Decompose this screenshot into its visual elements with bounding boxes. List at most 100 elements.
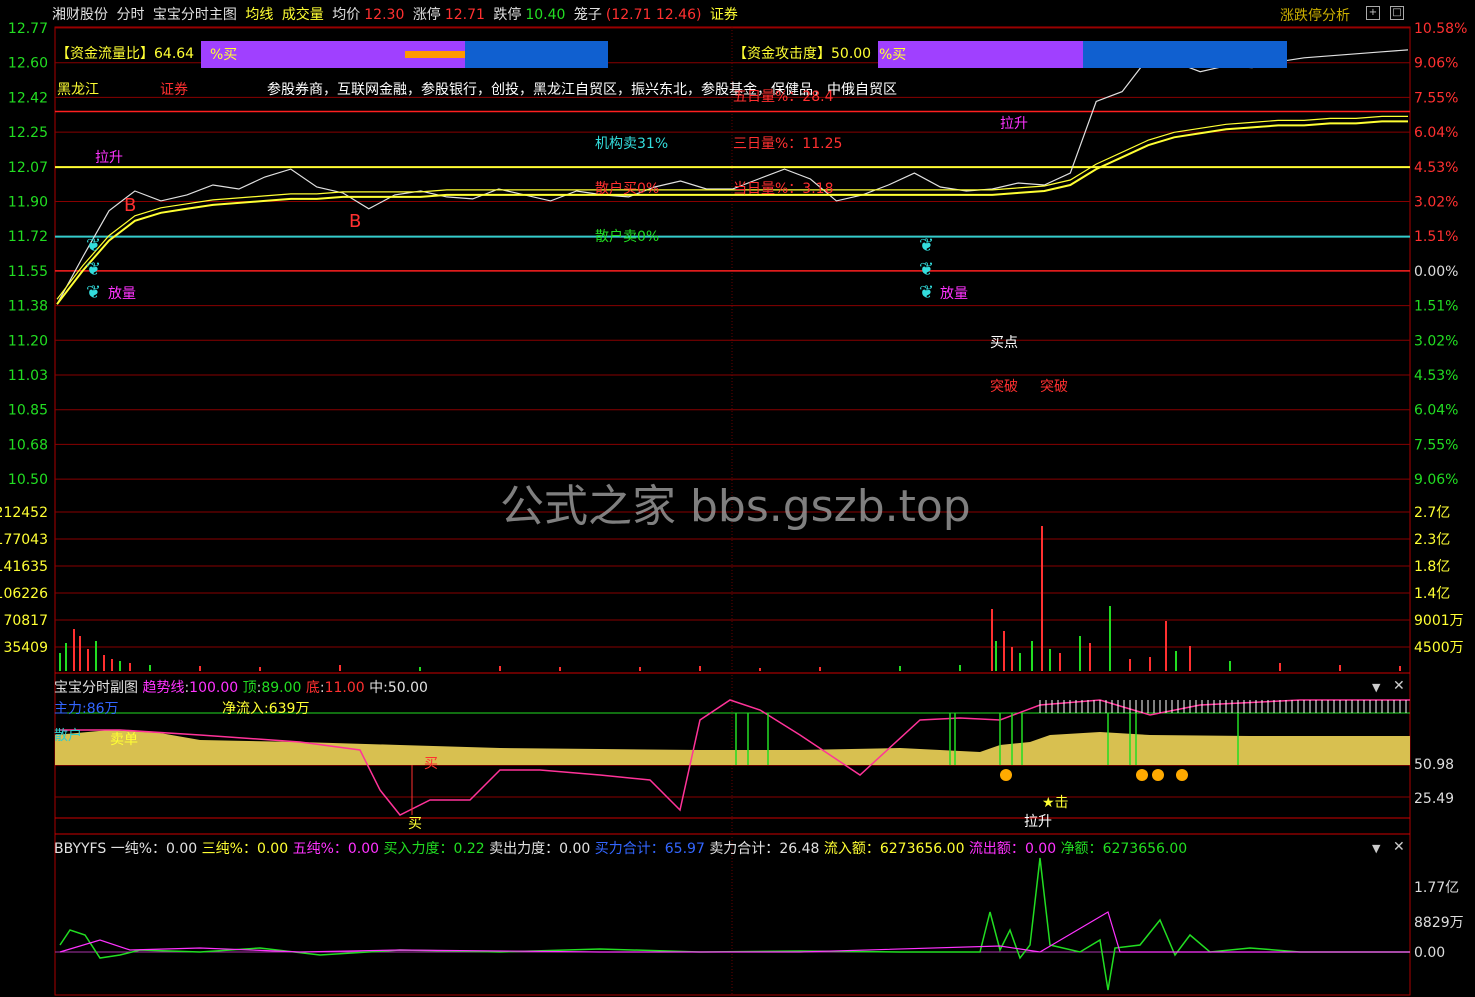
net-label: 净额： — [1060, 841, 1103, 857]
retail-sell-label: 散户卖0% — [595, 228, 659, 245]
volume-tick-label: 212452 — [0, 505, 48, 521]
price-tick-label: 11.72 — [8, 229, 48, 245]
breakout-annotation: 突破 — [1040, 379, 1068, 395]
volume-tick-label: 177043 — [0, 532, 48, 548]
pct-tick-label: 1.51% — [1414, 229, 1458, 245]
sell-force-label: 卖出力度： — [489, 841, 560, 857]
trend-value: 100.00 — [189, 680, 239, 696]
coin-icon — [1136, 769, 1148, 781]
lashen-sub-label: 拉升 — [1024, 814, 1052, 830]
pure3-value: 0.00 — [256, 841, 289, 857]
price-tick-label: 12.60 — [8, 56, 48, 72]
price-tick-label: 12.42 — [8, 90, 48, 106]
fund-attack-buy-bar — [878, 41, 1083, 68]
price-tick-label: 12.25 — [8, 125, 48, 141]
pure3-label: 三纯%： — [201, 841, 257, 857]
sub2-tick-label: 0.00 — [1414, 945, 1445, 961]
sub-panel-1-title: 宝宝分时副图 趋势线:100.00 顶:89.00 底:11.00 中:50.0… — [54, 680, 428, 696]
fund-flow-sell-bar — [465, 41, 608, 68]
sub1-tick-label: 50.98 — [1414, 757, 1454, 773]
inflow-label: 流入额： — [823, 841, 880, 857]
price-tick-label: 11.55 — [8, 264, 48, 280]
retail-buy-label: 散户买0% — [595, 180, 659, 197]
volume-tick-label: 141635 — [0, 559, 48, 575]
buy-signal-label: 买 — [424, 756, 438, 772]
fangliang-annotation: 放量 — [108, 286, 136, 302]
pct-tick-label: 3.02% — [1414, 195, 1458, 211]
volume-tick-label: 70817 — [3, 613, 48, 629]
pct-tick-label: 10.58% — [1414, 21, 1467, 37]
butterfly-icon: ❦ — [919, 259, 934, 280]
sub1-dropdown-icon[interactable]: ▼ — [1372, 681, 1380, 694]
coin-icon — [1000, 769, 1012, 781]
pct-tick-label: 4.53% — [1414, 368, 1458, 384]
price-tick-label: 12.07 — [8, 160, 48, 176]
sell-force-line — [59, 911, 1410, 953]
buy-total-label: 买力合计： — [594, 841, 665, 857]
pure5-label: 五纯%： — [292, 841, 348, 857]
sub1-name[interactable]: 宝宝分时副图 — [54, 680, 138, 696]
amount-tick-label: 1.8亿 — [1414, 559, 1450, 575]
sub1-tick-label: 25.49 — [1414, 791, 1454, 807]
fangliang-annotation: 放量 — [940, 286, 968, 302]
pct-tick-label: 0.00% — [1414, 264, 1458, 280]
sub2-tick-label: 8829万 — [1414, 915, 1464, 931]
sub2-dropdown-icon[interactable]: ▼ — [1372, 842, 1380, 855]
price-tick-label: 10.50 — [8, 472, 48, 488]
inflow-value: 6273656.00 — [879, 841, 965, 857]
vol5-label: 五日量%：28.4 — [733, 89, 834, 105]
price-tick-label: 11.90 — [8, 195, 48, 211]
amount-tick-label: 2.3亿 — [1414, 532, 1450, 548]
sell-total-label: 卖力合计： — [709, 841, 780, 857]
outflow-label: 流出额： — [968, 841, 1025, 857]
inst-sell-label: 机构卖31% — [595, 136, 668, 152]
buy-force-label: 买入力度： — [383, 841, 454, 857]
watermark: 公式之家 bbs.gszb.top — [500, 481, 971, 532]
buy-force-line — [59, 857, 1410, 991]
pure1-value: 0.00 — [166, 841, 198, 857]
pure5-value: 0.00 — [347, 841, 380, 857]
volume-tick-label: 106226 — [0, 586, 48, 602]
pct-tick-label: 1.51% — [1414, 299, 1458, 315]
price-tick-label: 12.77 — [8, 21, 48, 37]
net-inflow-label: 净流入:639万 — [222, 701, 309, 717]
fund-attack-sell-bar — [1083, 41, 1287, 68]
sub-panel-2-title: BBYYFS 一纯%：0.00 三纯%：0.00 五纯%：0.00 买入力度：0… — [54, 838, 1187, 858]
sell-order-label: 卖单 — [110, 732, 138, 748]
buy-arrow-label: 买 — [408, 816, 422, 832]
sell-total-value: 26.48 — [779, 841, 820, 857]
region-label: 黑龙江 — [57, 82, 99, 98]
buy-total-value: 65.97 — [664, 841, 705, 857]
net-value: 6273656.00 — [1102, 841, 1188, 857]
amount-tick-label: 2.7亿 — [1414, 505, 1450, 521]
sub2-name[interactable]: BBYYFS — [54, 841, 106, 857]
price-tick-label: 10.68 — [8, 437, 48, 453]
lashen-annotation: 拉升 — [1000, 116, 1028, 132]
b-marker: B — [349, 211, 361, 232]
sub2-tick-label: 1.77亿 — [1414, 880, 1459, 896]
mid-value: 50.00 — [387, 680, 428, 696]
fund-attack-buy-label: %买 — [879, 47, 906, 63]
pct-tick-label: 7.55% — [1414, 437, 1458, 453]
top-label: 顶 — [242, 680, 257, 696]
sub1-close-icon[interactable]: ✕ — [1393, 678, 1405, 694]
butterfly-icon: ❦ — [919, 282, 934, 303]
lashen-annotation: 拉升 — [95, 150, 123, 166]
price-tick-label: 11.38 — [8, 299, 48, 315]
pct-tick-label: 7.55% — [1414, 90, 1458, 106]
b-marker: B — [124, 195, 136, 216]
pct-tick-label: 4.53% — [1414, 160, 1458, 176]
fund-flow-label: 【资金流量比】64.64 — [56, 46, 194, 62]
outflow-value: 0.00 — [1024, 841, 1057, 857]
amount-tick-label: 9001万 — [1414, 613, 1464, 629]
price-tick-label: 10.85 — [8, 403, 48, 419]
sub2-close-icon[interactable]: ✕ — [1393, 839, 1405, 855]
sector-tag: 证券 — [160, 82, 188, 98]
strike-label: ★击 — [1042, 795, 1069, 811]
buy-point-annotation: 买点 — [990, 335, 1018, 351]
coin-icon — [1152, 769, 1164, 781]
pct-tick-label: 6.04% — [1414, 403, 1458, 419]
vol3-label: 三日量%：11.25 — [733, 136, 842, 152]
bottom-value: 11.00 — [324, 680, 365, 696]
price-tick-label: 11.03 — [8, 368, 48, 384]
